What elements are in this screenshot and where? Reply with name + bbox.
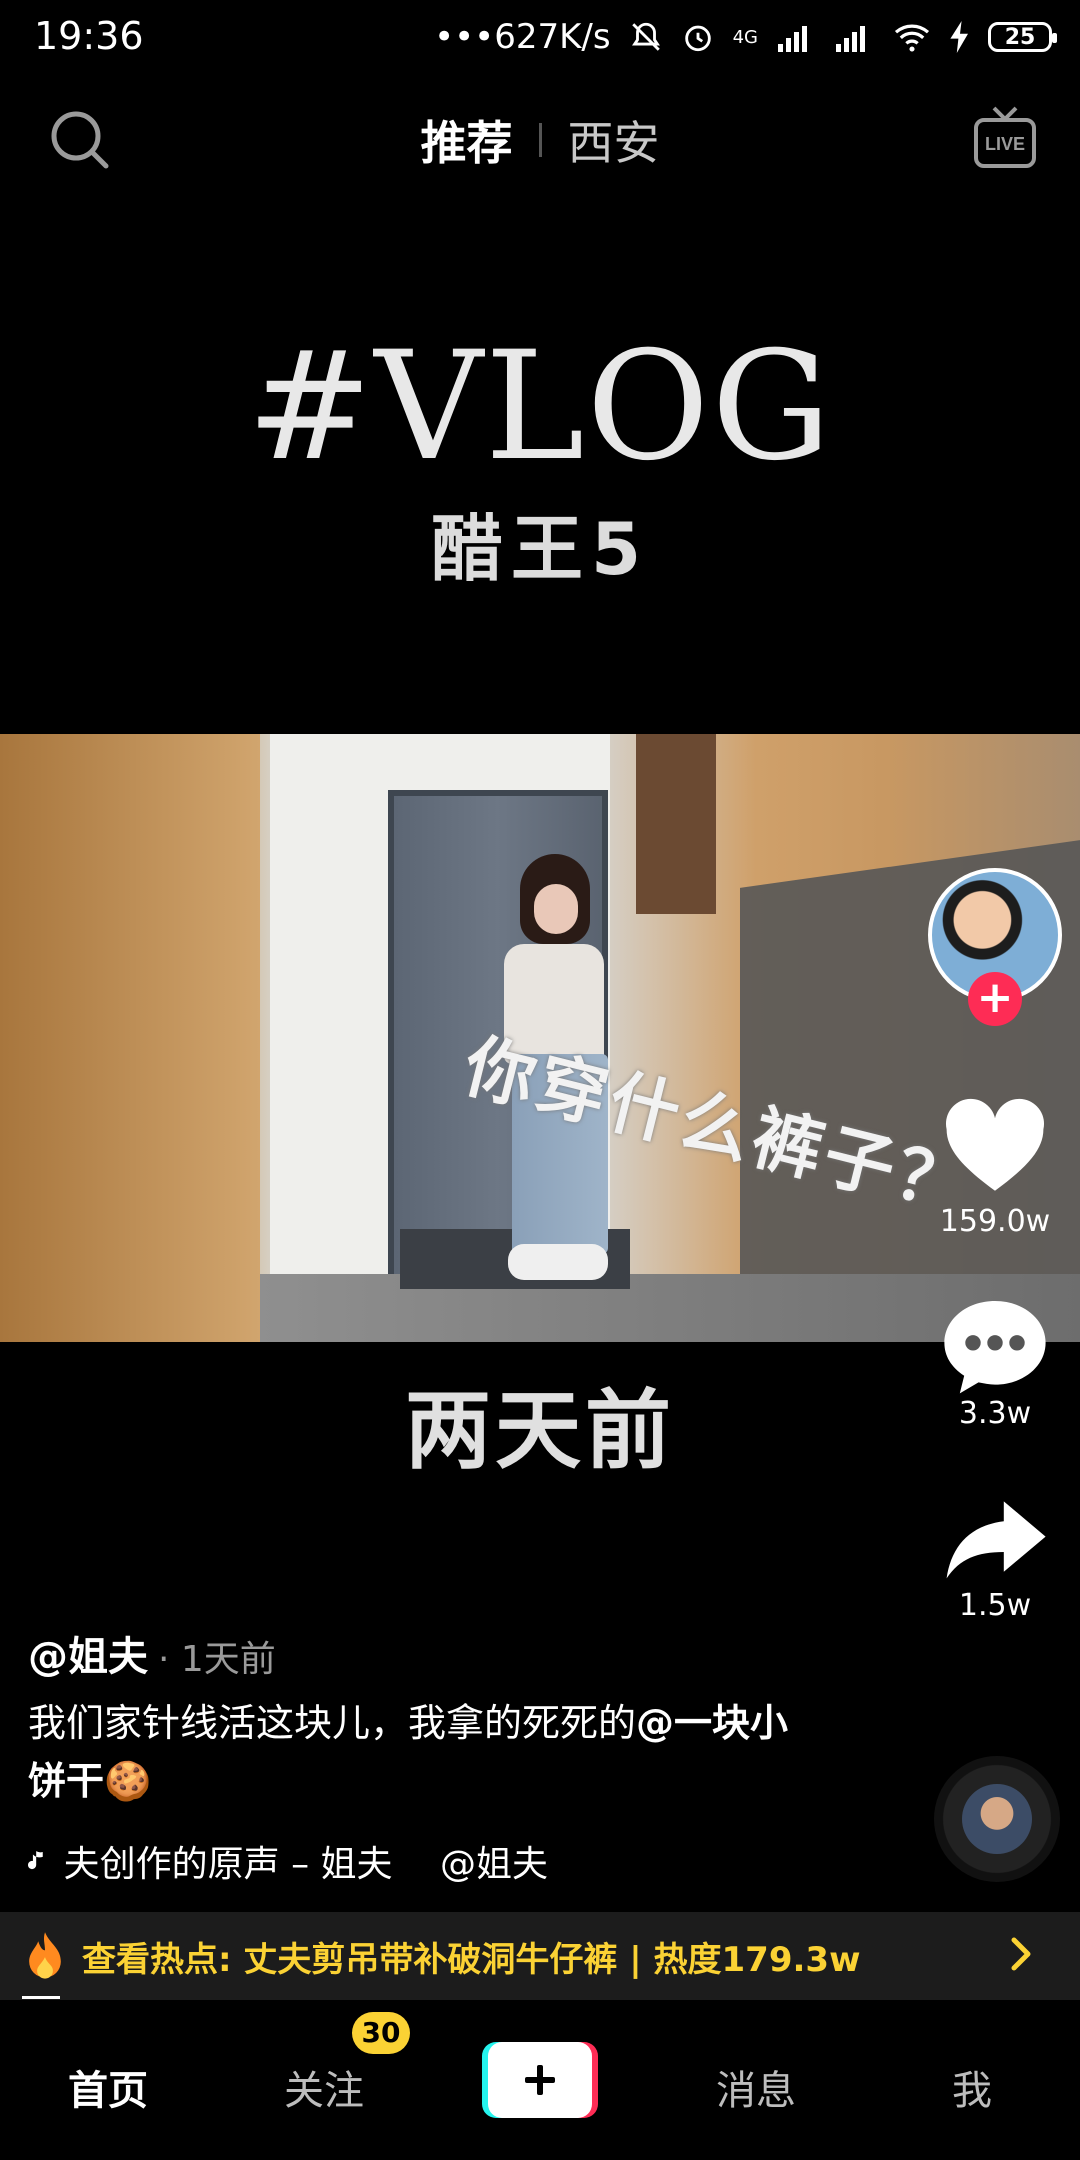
status-icons: •••627K/s 4G 25 <box>434 12 1057 62</box>
scene-wall <box>0 734 260 1342</box>
trending-text: 查看热点: 丈夫剪吊带补破洞牛仔裤 | 热度179.3w <box>82 1939 861 1980</box>
music-text: 夫创作的原声 – 姐夫 @姐夫 <box>63 1844 548 1885</box>
post-description: 我们家针线活这块儿，我拿的死死的@一块小饼干🍪 <box>28 1694 818 1810</box>
live-button[interactable]: LIVE <box>970 104 1040 174</box>
comment-count: 3.3w <box>958 1396 1032 1431</box>
scene-shelf <box>636 734 716 914</box>
follow-button[interactable]: + <box>968 972 1022 1026</box>
chevron-right-icon <box>1011 1937 1031 1971</box>
trending-bar[interactable]: 查看热点: 丈夫剪吊带补破洞牛仔裤 | 热度179.3w <box>0 1912 1080 2000</box>
cookie-emoji: 🍪 <box>104 1759 152 1803</box>
video-overlay-title: #VLOG <box>246 320 834 494</box>
tab-local-city[interactable]: 西安 <box>568 107 660 173</box>
network-type: 4G <box>732 26 758 48</box>
tab-home[interactable]: 首页 <box>68 2058 148 2116</box>
status-time: 19:36 <box>34 14 144 58</box>
net-speed: •••627K/s <box>434 17 611 57</box>
share-arrow-icon[interactable] <box>940 1486 1050 1596</box>
share-count: 1.5w <box>958 1588 1032 1623</box>
flame-icon <box>29 1932 61 1979</box>
music-marquee[interactable]: 夫创作的原声 – 姐夫 @姐夫 <box>28 1834 548 1888</box>
create-plus-button[interactable] <box>482 2040 598 2120</box>
progress-indicator <box>22 1996 60 1999</box>
signal-2-icon <box>836 26 865 52</box>
tab-me[interactable]: 我 <box>952 2058 992 2116</box>
follow-badge: 30 <box>352 2012 410 2054</box>
tab-following[interactable]: 关注 <box>284 2058 364 2116</box>
music-disc-avatar <box>962 1784 1032 1854</box>
person-shoes <box>508 1244 608 1280</box>
live-label: LIVE <box>985 134 1025 154</box>
tab-divider <box>538 123 542 157</box>
live-tv-icon: LIVE <box>974 106 1036 168</box>
video-overlay-subtitle: 醋王5 <box>430 507 650 591</box>
status-bar: 19:36 •••627K/s 4G 25 <box>0 0 1080 76</box>
charging-icon <box>950 21 968 53</box>
like-count: 159.0w <box>939 1204 1051 1239</box>
author-name[interactable]: @姐夫 <box>28 1624 148 1682</box>
mute-bell-icon <box>631 22 660 51</box>
tab-messages[interactable]: 消息 <box>716 2058 796 2116</box>
video-bottom-subtitle: 两天前 <box>405 1381 675 1481</box>
feed-tabs: 推荐 西安 <box>0 100 1080 180</box>
person-face <box>534 884 578 934</box>
comment-icon[interactable] <box>940 1290 1050 1400</box>
description-text: 我们家针线活这块儿，我拿的死死的 <box>28 1701 637 1745</box>
wifi-icon <box>894 24 930 52</box>
signal-icon <box>778 26 807 52</box>
tab-recommend[interactable]: 推荐 <box>421 107 513 173</box>
battery-indicator: 25 <box>988 22 1057 52</box>
like-heart-icon[interactable] <box>940 1094 1050 1204</box>
post-time: · 1天前 <box>158 1639 276 1680</box>
music-note-icon <box>28 1851 43 1870</box>
alarm-icon <box>684 25 711 52</box>
